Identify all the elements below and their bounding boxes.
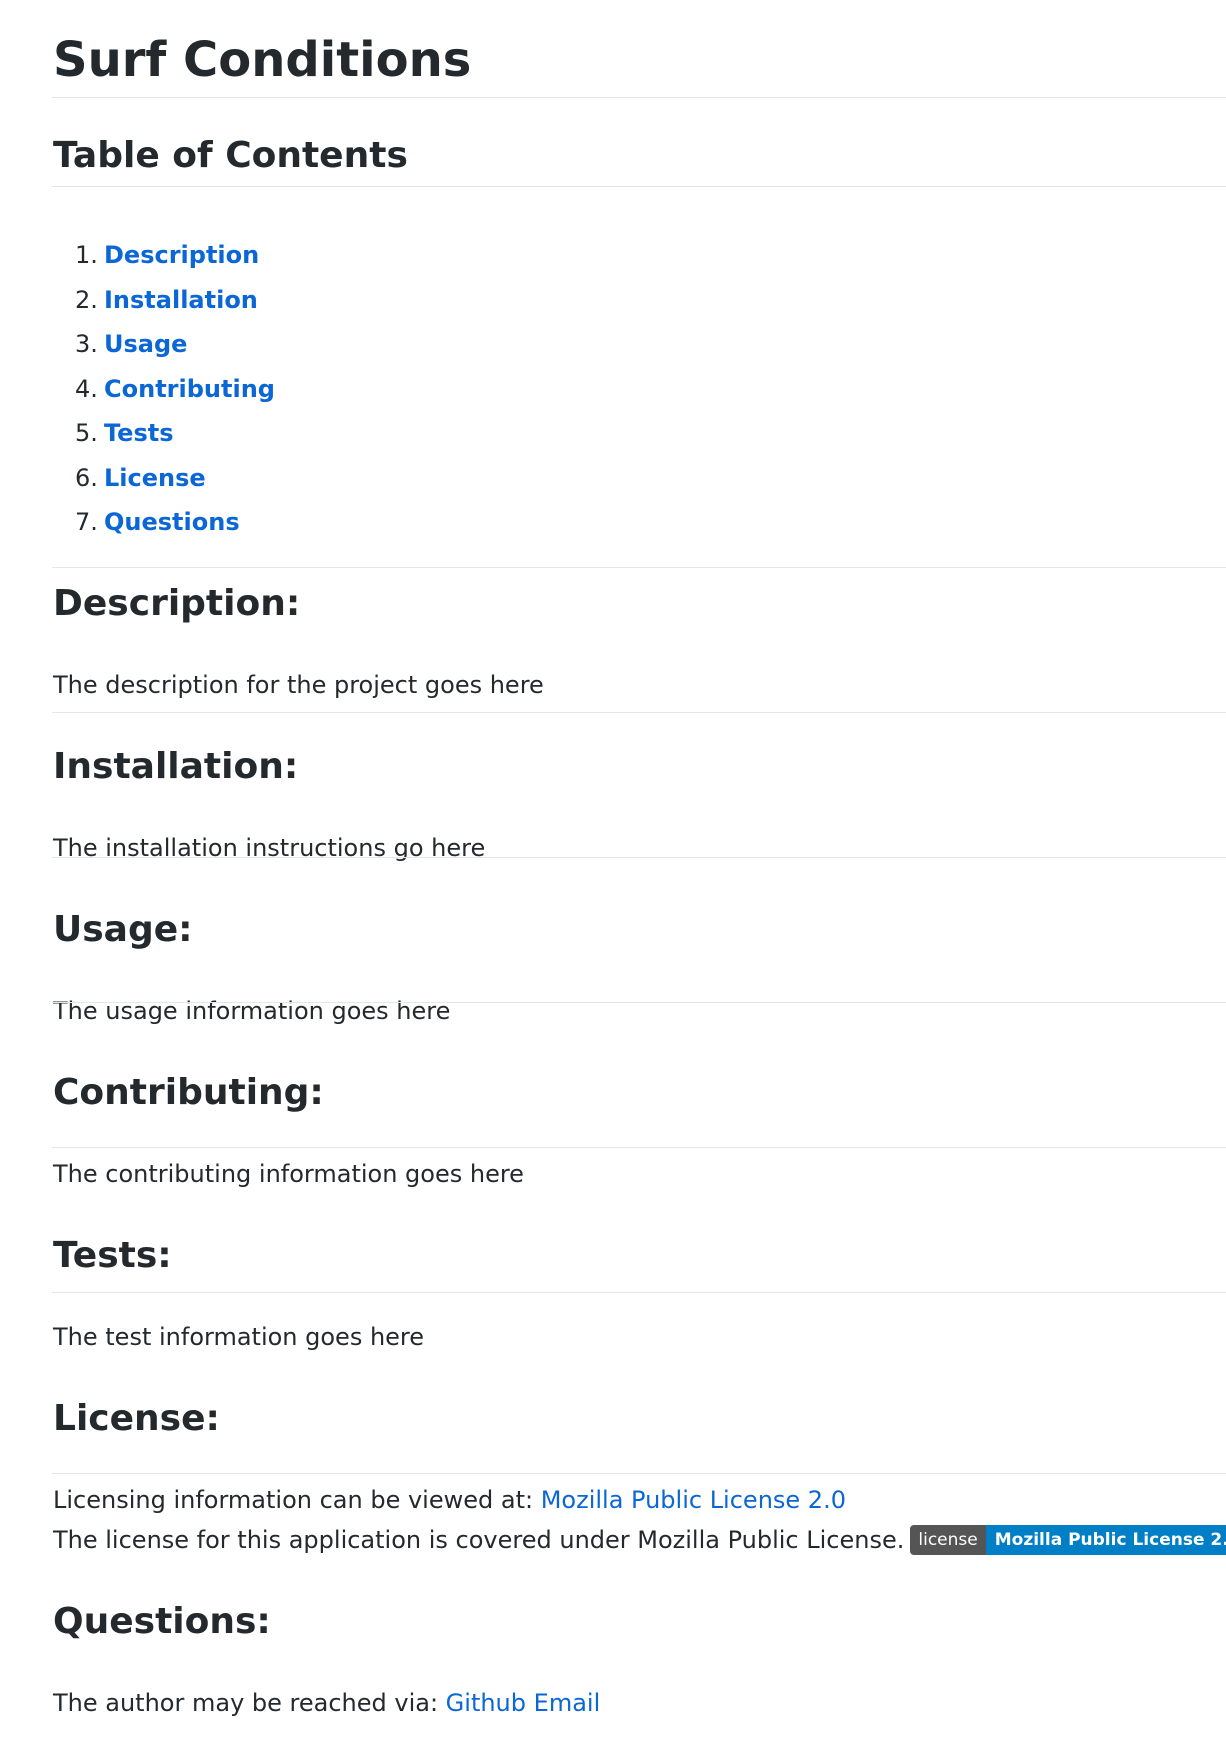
description-divider: [52, 567, 1226, 568]
toc-item: 6. License: [75, 456, 275, 501]
toc-item-number: 2.: [75, 285, 98, 314]
toc-heading: Table of Contents: [53, 135, 408, 176]
questions-text: The author may be reached via: Github Em…: [53, 1683, 600, 1723]
usage-heading: Usage:: [53, 909, 193, 950]
usage-divider: [52, 857, 1226, 858]
tests-divider: [52, 1147, 1226, 1148]
description-heading: Description:: [53, 583, 301, 624]
license-heading: License:: [53, 1398, 220, 1439]
toc-link-usage[interactable]: Usage: [104, 330, 187, 358]
toc-link-tests[interactable]: Tests: [104, 419, 174, 447]
email-link[interactable]: Email: [534, 1689, 601, 1717]
license-line-1: Licensing information can be viewed at: …: [53, 1480, 846, 1520]
license-badge-value: Mozilla Public License 2.0: [985, 1525, 1226, 1555]
contributing-divider: [52, 1002, 1226, 1003]
toc-item-number: 3.: [75, 330, 98, 358]
license-badge[interactable]: license Mozilla Public License 2.0: [910, 1525, 1226, 1555]
license-badge-label: license: [910, 1525, 986, 1555]
github-link[interactable]: Github: [446, 1689, 526, 1717]
license-line-1-text: Licensing information can be viewed at:: [53, 1486, 541, 1514]
description-text: The description for the project goes her…: [53, 671, 544, 699]
toc-link-contributing[interactable]: Contributing: [104, 375, 275, 403]
toc-link-questions[interactable]: Questions: [104, 508, 240, 536]
toc-item: 4. Contributing: [75, 367, 275, 412]
tests-text: The test information goes here: [53, 1323, 425, 1351]
toc-item: 1. Description: [75, 233, 275, 278]
license-divider: [52, 1292, 1226, 1293]
toc-item-number: 7.: [75, 508, 98, 536]
readme-page: Surf Conditions Table of Contents 1. Desc…: [0, 0, 1226, 1763]
license-line-2: The license for this application is cove…: [53, 1520, 1226, 1560]
toc-item: 7. Questions: [75, 500, 275, 545]
toc-item: 2. Installation: [75, 278, 275, 323]
installation-heading: Installation:: [53, 746, 299, 787]
toc-item: 3. Usage: [75, 322, 275, 367]
toc-list: 1. Description 2. Installation 3. Usage 4. C…: [75, 233, 275, 545]
toc-link-installation[interactable]: Installation: [104, 286, 258, 314]
questions-text-prefix: The author may be reached via:: [53, 1689, 446, 1717]
license-line-2-text: The license for this application is cove…: [53, 1526, 905, 1554]
contributing-heading: Contributing:: [53, 1072, 324, 1113]
title-divider: [52, 97, 1226, 98]
contributing-text: The contributing information goes here: [53, 1160, 524, 1188]
questions-divider: [52, 1473, 1226, 1474]
toc-item-number: 5.: [75, 419, 98, 447]
page-title: Surf Conditions: [53, 32, 472, 88]
license-link[interactable]: Mozilla Public License 2.0: [541, 1486, 846, 1514]
toc-item-number: 1.: [75, 241, 98, 269]
toc-link-license[interactable]: License: [104, 464, 206, 492]
usage-text: The usage information goes here: [53, 997, 451, 1025]
installation-text: The installation instructions go here: [53, 834, 486, 862]
toc-item-number: 4.: [75, 374, 98, 403]
installation-divider: [52, 712, 1226, 713]
toc-divider: [52, 186, 1226, 187]
tests-heading: Tests:: [53, 1235, 172, 1276]
toc-item: 5. Tests: [75, 411, 275, 456]
questions-heading: Questions:: [53, 1601, 271, 1642]
toc-item-number: 6.: [75, 463, 98, 492]
toc-link-description[interactable]: Description: [104, 241, 259, 269]
